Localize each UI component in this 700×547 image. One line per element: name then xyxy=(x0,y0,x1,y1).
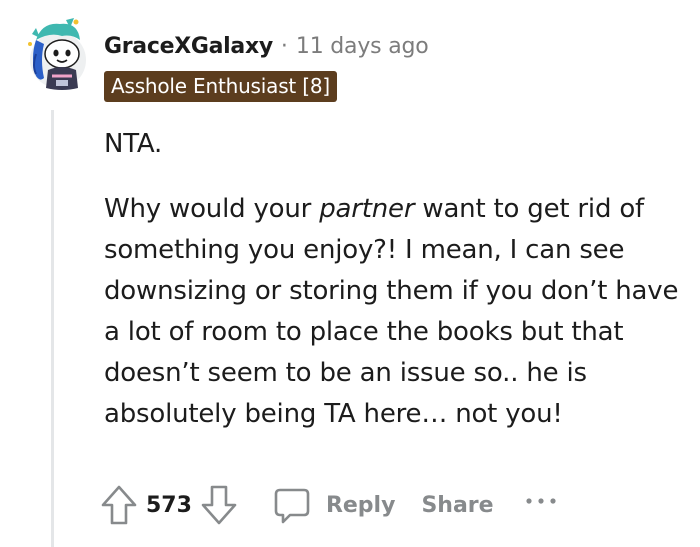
share-button[interactable]: Share xyxy=(421,493,493,518)
comment-paragraph: NTA. xyxy=(104,129,163,159)
reply-button[interactable]: Reply xyxy=(272,485,396,525)
upvote-button[interactable] xyxy=(100,484,138,526)
arrow-up-icon xyxy=(101,485,137,525)
vote-count: 573 xyxy=(146,492,192,518)
user-avatar[interactable] xyxy=(22,14,88,94)
comment-body: NTA. Why would your partner want to get … xyxy=(104,124,694,435)
reply-label[interactable]: Reply xyxy=(326,493,396,518)
comment-action-bar: 573 Reply Share xyxy=(100,480,558,530)
comment-text: want to get rid of something you enjoy?!… xyxy=(104,194,679,429)
comment-paragraph: Why would your partner want to get rid o… xyxy=(104,189,694,435)
username-link[interactable]: GraceXGalaxy xyxy=(104,34,273,59)
speech-bubble-icon xyxy=(274,488,310,524)
comment-timestamp[interactable]: 11 days ago xyxy=(296,34,429,59)
snoo-avatar-icon xyxy=(28,18,86,90)
more-options-button[interactable] xyxy=(524,495,558,515)
comment-text: Why would your xyxy=(104,194,320,224)
thread-line[interactable] xyxy=(51,110,54,547)
header-separator: · xyxy=(280,33,288,59)
downvote-button[interactable] xyxy=(200,484,238,526)
emphasized-text: partner xyxy=(319,194,415,224)
comment-header: GraceXGalaxy · 11 days ago xyxy=(104,28,429,64)
user-flair: Asshole Enthusiast [8] xyxy=(104,71,337,102)
arrow-down-icon xyxy=(201,485,237,525)
ellipsis-icon xyxy=(525,498,556,504)
